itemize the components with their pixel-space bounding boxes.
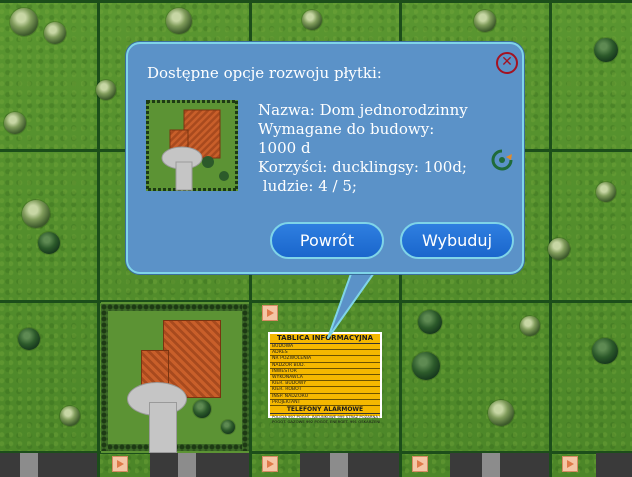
tree <box>488 400 514 426</box>
tree <box>22 200 50 228</box>
expand-flag-icon[interactable] <box>262 456 278 472</box>
back-button[interactable]: Powrót <box>270 222 384 259</box>
tree <box>38 232 60 254</box>
road <box>178 453 196 477</box>
road <box>482 453 500 477</box>
map-tile[interactable] <box>551 152 632 300</box>
tree <box>418 310 442 334</box>
tree <box>302 10 322 30</box>
tree <box>96 80 116 100</box>
tree <box>193 400 211 418</box>
expand-flag-icon[interactable] <box>412 456 428 472</box>
house-tile[interactable] <box>101 302 249 453</box>
build-button[interactable]: Wybuduj <box>400 222 514 259</box>
tree <box>474 10 496 32</box>
house-roof <box>141 350 169 386</box>
tile-upgrade-dialog: Dostępne opcje rozwoju płytki: ✕ Nazwa: … <box>126 42 524 274</box>
road <box>150 453 249 477</box>
tree <box>60 406 80 426</box>
road <box>0 453 97 477</box>
people-line: ludzie: 4 / 5; <box>258 177 357 195</box>
required-label: Wymagane do budowy: <box>258 120 435 138</box>
required-value: 1000 d <box>258 139 311 157</box>
tree <box>221 420 235 434</box>
road <box>300 453 399 477</box>
tree <box>594 38 618 62</box>
close-icon[interactable]: ✕ <box>496 52 518 74</box>
tree <box>166 8 192 34</box>
tree <box>520 316 540 336</box>
dialog-title: Dostępne opcje rozwoju płytki: <box>147 64 382 82</box>
tree <box>592 338 618 364</box>
tree <box>10 8 38 36</box>
tree <box>4 112 26 134</box>
tree <box>596 182 616 202</box>
tree <box>548 238 570 260</box>
info-board-phones-title: TELEFONY ALARMOWE <box>270 406 380 415</box>
rotate-icon[interactable] <box>490 148 514 172</box>
info-board-phones-row: POGOT. GAZOWE 992 POGOT. ENERGET. 991 OS… <box>272 419 380 425</box>
tree <box>412 352 440 380</box>
grid-line <box>97 0 100 477</box>
road <box>596 453 632 477</box>
info-board[interactable]: TABLICA INFORMACYJNA BUDOWA ADRES NR POZ… <box>268 332 382 424</box>
road <box>330 453 348 477</box>
expand-flag-icon[interactable] <box>262 305 278 321</box>
expand-flag-icon[interactable] <box>562 456 578 472</box>
tree <box>18 328 40 350</box>
driveway <box>149 402 177 453</box>
info-board-title: TABLICA INFORMACYJNA <box>270 334 380 344</box>
road <box>20 453 38 477</box>
building-details: Nazwa: Dom jednorodzinny Wymagane do bud… <box>258 101 468 196</box>
building-name: Nazwa: Dom jednorodzinny <box>258 101 468 119</box>
benefits-line: Korzyści: ducklingsy: 100d; <box>258 158 467 176</box>
tree <box>44 22 66 44</box>
house-preview-image <box>145 99 239 192</box>
expand-flag-icon[interactable] <box>112 456 128 472</box>
